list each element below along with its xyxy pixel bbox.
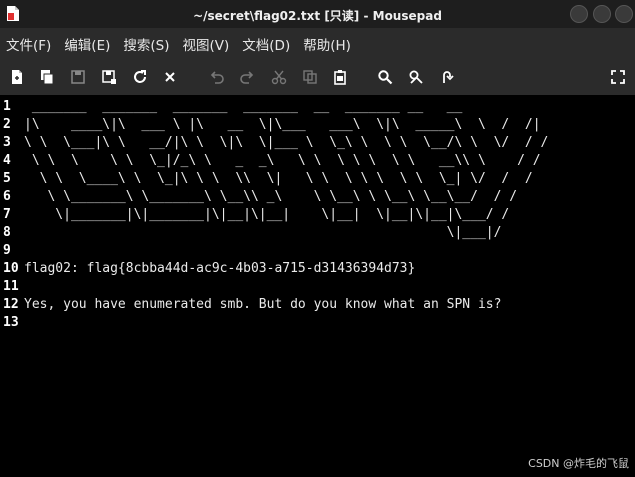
close-icon[interactable]: [160, 67, 180, 87]
find-icon[interactable]: [375, 67, 395, 87]
line-number: 5: [3, 171, 11, 186]
new-window-icon[interactable]: [37, 67, 57, 87]
line-number: 4: [3, 153, 11, 168]
save-as-icon[interactable]: [99, 67, 119, 87]
ascii-art-line: _______ _______ _______ _______ __ _____…: [24, 99, 463, 114]
copy-icon[interactable]: [300, 67, 320, 87]
line-number: 13: [3, 315, 19, 330]
paste-icon[interactable]: [330, 67, 350, 87]
document-text[interactable]: _______ _______ _______ _______ __ _____…: [24, 98, 635, 332]
line-number: 2: [3, 117, 11, 132]
line-number: 10: [3, 261, 19, 276]
line-number: 3: [3, 135, 11, 150]
redo-icon[interactable]: [237, 67, 257, 87]
line-number: 8: [3, 225, 11, 240]
menu-file[interactable]: 文件(F): [0, 34, 58, 54]
menu-document[interactable]: 文档(D): [236, 34, 297, 54]
save-icon[interactable]: [68, 67, 88, 87]
ascii-art-line: \|_______|\|_______|\|__|\|__| \|__| \|_…: [24, 207, 510, 222]
empty-line: [24, 314, 635, 332]
menu-view[interactable]: 视图(V): [177, 34, 237, 54]
close-window-button[interactable]: [615, 5, 633, 23]
ascii-art-line: \ \ \ \ \ \_|/_\ \ _ _\ \ \ \ \ \ \ \ __…: [24, 153, 541, 168]
hint-line: Yes, you have enumerated smb. But do you…: [24, 297, 502, 312]
line-number: 6: [3, 189, 11, 204]
menu-search[interactable]: 搜索(S): [117, 34, 176, 54]
text-editor-area[interactable]: 1 2 3 4 5 6 7 8 9 10 11 12 13 _______ __…: [0, 95, 635, 477]
menu-edit[interactable]: 编辑(E): [58, 34, 117, 54]
menu-bar: 文件(F) 编辑(E) 搜索(S) 视图(V) 文档(D) 帮助(H): [0, 28, 635, 60]
empty-line: [24, 278, 635, 296]
fullscreen-icon[interactable]: [608, 67, 628, 87]
ascii-art-line: \ \_______\ \_______\ \__\\ _\ \ \__\ \ …: [24, 189, 518, 204]
line-number: 1: [3, 99, 11, 114]
title-bar: ~/secret\flag02.txt [只读] - Mousepad: [0, 0, 635, 28]
window-title: ~/secret\flag02.txt [只读] - Mousepad: [193, 9, 442, 23]
line-number-gutter: 1 2 3 4 5 6 7 8 9 10 11 12 13: [0, 98, 22, 332]
ascii-art-line: \ \ \___|\ \ __/|\ \ \|\ \|___ \ \_\ \ \…: [24, 135, 549, 150]
empty-line: [24, 242, 635, 260]
toolbar: [0, 60, 635, 95]
go-to-line-icon[interactable]: [437, 67, 457, 87]
csdn-watermark: CSDN @炸毛的飞鼠: [528, 457, 629, 470]
line-number: 7: [3, 207, 11, 222]
maximize-button[interactable]: [593, 5, 611, 23]
ascii-art-line: |\ ____\|\ ___ \ |\ __ \|\___ ___\ \|\ _…: [24, 117, 541, 132]
find-replace-icon[interactable]: [406, 67, 426, 87]
ascii-art-line: \|___|/: [24, 225, 502, 240]
reload-icon[interactable]: [130, 67, 150, 87]
new-document-icon[interactable]: [7, 67, 27, 87]
ascii-art-line: \ \ \____\ \ \_|\ \ \ \\ \| \ \ \ \ \ \ …: [24, 171, 533, 186]
undo-icon[interactable]: [207, 67, 227, 87]
minimize-button[interactable]: [570, 5, 588, 23]
cut-icon[interactable]: [269, 67, 289, 87]
line-number: 12: [3, 297, 19, 312]
line-number: 11: [3, 279, 19, 294]
line-number: 9: [3, 243, 11, 258]
menu-help[interactable]: 帮助(H): [297, 34, 358, 54]
flag-line: flag02: flag{8cbba44d-ac9c-4b03-a715-d31…: [24, 261, 416, 276]
